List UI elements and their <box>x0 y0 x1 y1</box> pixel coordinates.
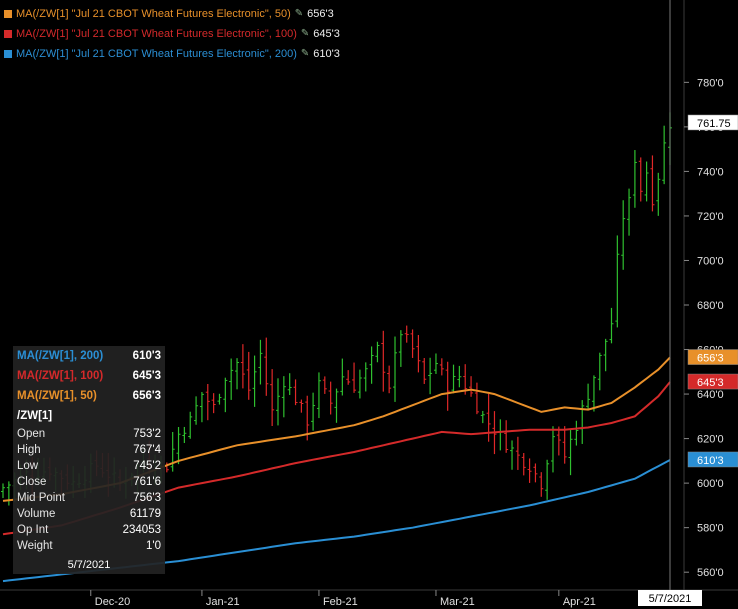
tooltip-row-volume: Volume 61179 <box>13 506 165 522</box>
tooltip-symbol: /ZW[1] <box>17 410 53 422</box>
legend-label: MA(/ZW[1] "Jul 21 CBOT Wheat Futures Ele… <box>16 8 291 20</box>
y-tick-label: 640'0 <box>697 389 724 401</box>
field-value: 234053 <box>122 524 161 536</box>
price-label: 656'3 <box>697 353 724 365</box>
y-tick-label: 780'0 <box>697 77 724 89</box>
field-value: 745'2 <box>133 460 161 472</box>
x-tick-label: Feb-21 <box>323 596 358 608</box>
legend-label: MA(/ZW[1] "Jul 21 CBOT Wheat Futures Ele… <box>16 28 297 40</box>
legend-value: 610'3 <box>313 48 340 60</box>
cursor-date-label: 5/7/2021 <box>649 593 692 605</box>
legend-label: MA(/ZW[1] "Jul 21 CBOT Wheat Futures Ele… <box>16 48 297 60</box>
price-label: 761.75 <box>697 118 731 130</box>
pencil-icon[interactable]: ✎ <box>295 4 303 24</box>
field-label: Op Int <box>17 524 49 536</box>
field-value: 767'4 <box>133 444 161 456</box>
field-value: 761'6 <box>133 476 161 488</box>
tooltip-ma50-row: MA(/ZW[1], 50) 656'3 <box>13 386 165 406</box>
field-label: Open <box>17 428 46 440</box>
x-tick-label: Dec-20 <box>95 596 130 608</box>
field-value: 1'0 <box>146 540 161 552</box>
field-value: 753'2 <box>133 428 161 440</box>
tooltip-date: 5/7/2021 <box>67 559 111 571</box>
legend-swatch <box>4 30 12 38</box>
field-label: Close <box>17 476 47 488</box>
y-tick-label: 620'0 <box>697 434 724 446</box>
tooltip-ma-value: 645'3 <box>132 370 161 382</box>
pencil-icon[interactable]: ✎ <box>301 24 309 44</box>
field-value: 61179 <box>129 508 161 520</box>
field-label: High <box>17 444 41 456</box>
price-label: 645'3 <box>697 377 724 389</box>
legend-swatch <box>4 10 12 18</box>
legend-row-ma200[interactable]: MA(/ZW[1] "Jul 21 CBOT Wheat Futures Ele… <box>4 44 340 64</box>
price-label: 610'3 <box>697 455 724 467</box>
field-label: Weight <box>17 540 53 552</box>
field-label: Mid Point <box>17 492 65 504</box>
x-tick-label: Mar-21 <box>440 596 475 608</box>
legend-value: 656'3 <box>307 8 334 20</box>
field-value: 756'3 <box>133 492 161 504</box>
y-tick-label: 600'0 <box>697 478 724 490</box>
x-tick-label: Apr-21 <box>563 596 596 608</box>
y-tick-label: 580'0 <box>697 523 724 535</box>
tooltip-ma-label: MA(/ZW[1], 50) <box>17 390 97 402</box>
tooltip-row-weight: Weight 1'0 <box>13 538 165 554</box>
tooltip-ma200-row: MA(/ZW[1], 200) 610'3 <box>13 346 165 366</box>
x-tick-label: Jan-21 <box>206 596 240 608</box>
tooltip-ma-value: 656'3 <box>132 390 161 402</box>
data-tooltip: MA(/ZW[1], 200) 610'3 MA(/ZW[1], 100) 64… <box>13 346 165 574</box>
tooltip-ma-label: MA(/ZW[1], 200) <box>17 350 104 362</box>
tooltip-ma-label: MA(/ZW[1], 100) <box>17 370 104 382</box>
tooltip-row-close: Close 761'6 <box>13 474 165 490</box>
legend-swatch <box>4 50 12 58</box>
chart-legend: MA(/ZW[1] "Jul 21 CBOT Wheat Futures Ele… <box>4 4 340 64</box>
tooltip-row-low: Low 745'2 <box>13 458 165 474</box>
tooltip-row-open: Open 753'2 <box>13 426 165 442</box>
legend-row-ma100[interactable]: MA(/ZW[1] "Jul 21 CBOT Wheat Futures Ele… <box>4 24 340 44</box>
tooltip-row-high: High 767'4 <box>13 442 165 458</box>
y-tick-label: 700'0 <box>697 255 724 267</box>
tooltip-row-opint: Op Int 234053 <box>13 522 165 538</box>
field-label: Low <box>17 460 39 472</box>
field-label: Volume <box>17 508 56 520</box>
y-tick-label: 680'0 <box>697 300 724 312</box>
y-tick-label: 560'0 <box>697 567 724 579</box>
y-tick-label: 720'0 <box>697 211 724 223</box>
legend-value: 645'3 <box>313 28 340 40</box>
pencil-icon[interactable]: ✎ <box>301 44 309 64</box>
y-tick-label: 740'0 <box>697 166 724 178</box>
legend-row-ma50[interactable]: MA(/ZW[1] "Jul 21 CBOT Wheat Futures Ele… <box>4 4 340 24</box>
tooltip-ma100-row: MA(/ZW[1], 100) 645'3 <box>13 366 165 386</box>
tooltip-row-midpoint: Mid Point 756'3 <box>13 490 165 506</box>
tooltip-ma-value: 610'3 <box>132 350 161 362</box>
